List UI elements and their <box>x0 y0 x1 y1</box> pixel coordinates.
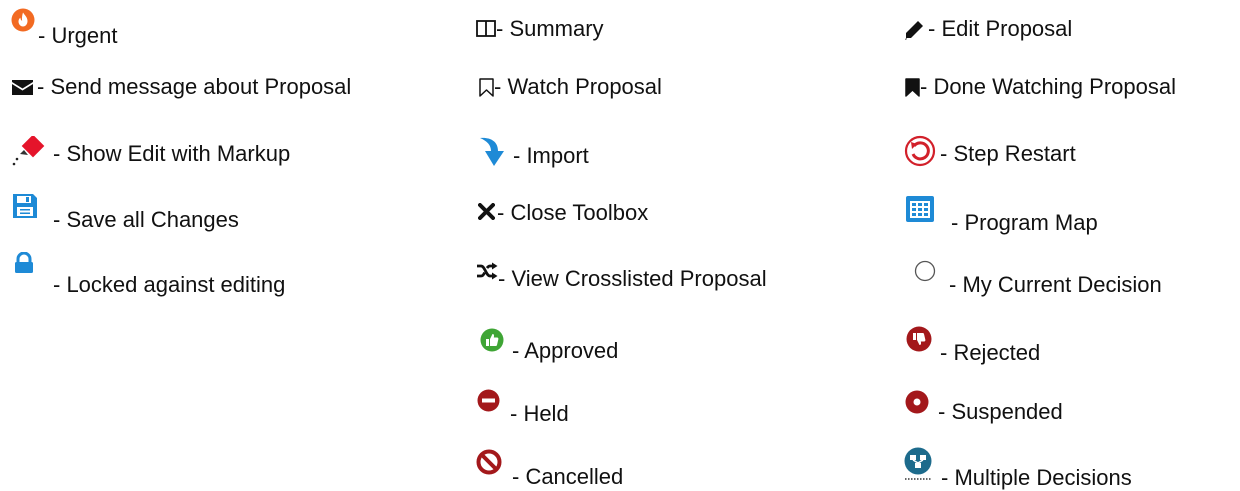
pencil-icon <box>903 19 925 41</box>
legend-label: - My Current Decision <box>949 272 1162 297</box>
lock-icon <box>13 252 35 274</box>
grid-table-icon <box>906 196 934 222</box>
ban-icon <box>476 449 502 475</box>
bookmark-filled-icon <box>905 78 920 97</box>
legend-label: - Suspended <box>938 399 1063 424</box>
bookmark-outline-icon <box>479 78 494 97</box>
multiple-decisions-icon <box>903 447 933 481</box>
minus-circle-icon <box>477 389 500 412</box>
curved-arrow-down-icon <box>478 135 506 167</box>
legend-label: - Show Edit with Markup <box>53 141 291 166</box>
eraser-markup-icon <box>8 136 48 168</box>
legend-label: - Done Watching Proposal <box>920 74 1176 99</box>
legend-label: - Watch Proposal <box>494 74 662 99</box>
empty-circle-icon <box>914 260 936 282</box>
floppy-disk-icon <box>12 193 38 219</box>
legend-label: - View Crosslisted Proposal <box>498 266 767 291</box>
legend-label: - Program Map <box>951 210 1098 235</box>
columns-icon <box>476 20 496 37</box>
dot-circle-icon <box>905 390 929 414</box>
fire-icon <box>11 8 35 32</box>
envelope-icon <box>12 80 33 95</box>
legend-label: - Edit Proposal <box>928 16 1073 41</box>
legend-label: - Held <box>510 401 569 426</box>
legend-label: - Summary <box>496 16 604 41</box>
legend-label: - Multiple Decisions <box>941 465 1132 490</box>
legend-label: - Locked against editing <box>53 272 286 297</box>
legend-label: - Cancelled <box>512 464 624 489</box>
legend-label: - Urgent <box>38 23 118 48</box>
legend-label: - Rejected <box>940 340 1041 365</box>
thumbs-up-icon <box>480 328 504 352</box>
close-x-icon <box>478 203 495 220</box>
thumbs-down-icon <box>906 326 932 352</box>
legend-label: - Close Toolbox <box>497 200 649 225</box>
legend-label: - Import <box>513 143 589 168</box>
legend-label: - Approved <box>512 338 619 363</box>
legend-label: - Step Restart <box>940 141 1076 166</box>
restart-icon <box>904 135 936 167</box>
legend-label: - Send message about Proposal <box>37 74 352 99</box>
shuffle-icon <box>476 262 498 280</box>
legend-label: - Save all Changes <box>53 207 239 232</box>
